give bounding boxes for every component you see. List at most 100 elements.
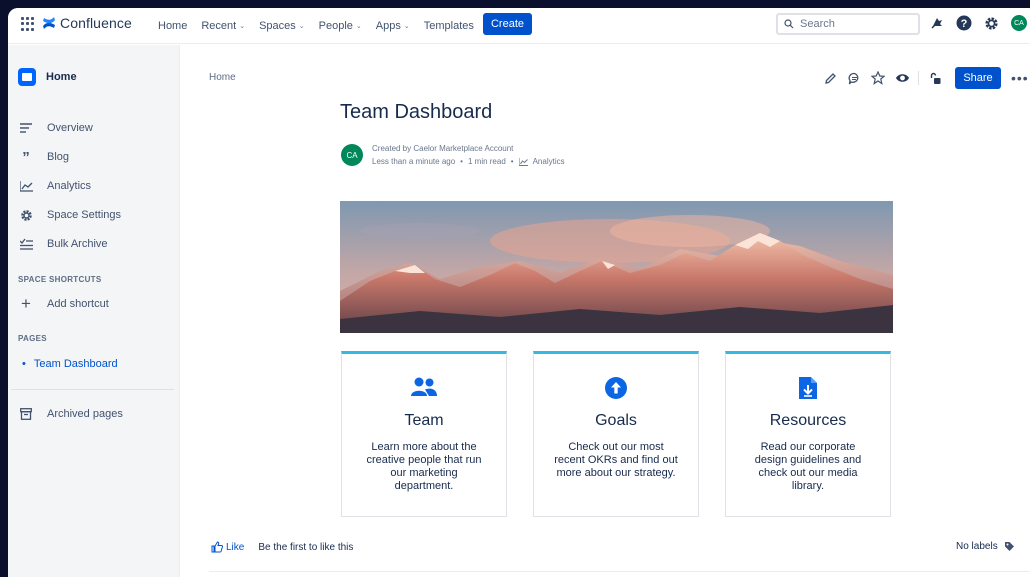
app-window: Confluence Home Recent ⌄ Spaces ⌄ People ⌄ … xyxy=(8,8,1030,577)
sidebar-item-blog[interactable]: ” Blog xyxy=(18,148,70,166)
nav-spaces[interactable]: Spaces ⌄ xyxy=(252,20,312,32)
app-switcher-icon[interactable] xyxy=(21,17,35,31)
user-avatar[interactable]: CA xyxy=(1011,15,1027,31)
star-icon[interactable] xyxy=(870,70,886,86)
add-shortcut-label: Add shortcut xyxy=(47,298,109,310)
more-actions-icon[interactable]: ••• xyxy=(1011,70,1029,86)
analytics-icon xyxy=(518,157,528,166)
download-document-icon xyxy=(726,376,890,400)
create-button[interactable]: Create xyxy=(483,13,532,35)
nav-apps[interactable]: Apps ⌄ xyxy=(369,20,417,32)
sidebar-item-label: Archived pages xyxy=(47,408,123,420)
page-tree-label: Team Dashboard xyxy=(33,358,118,370)
card-title: Resources xyxy=(769,412,847,429)
watch-eye-icon[interactable] xyxy=(894,70,910,86)
sidebar-item-label: Blog xyxy=(47,151,70,163)
chevron-down-icon: ⌄ xyxy=(298,23,305,30)
sidebar-item-analytics[interactable]: Analytics xyxy=(18,178,91,194)
like-button[interactable]: Like xyxy=(211,541,244,553)
sidebar-item-label: Overview xyxy=(47,122,93,134)
dashboard-cards: Team Learn more about the creative peopl… xyxy=(341,351,891,517)
nav-home-label: Home xyxy=(158,20,188,32)
nav-home[interactable]: Home xyxy=(151,20,194,32)
restrictions-lock-icon[interactable] xyxy=(927,70,943,86)
sidebar-item-label: Space Settings xyxy=(47,209,121,221)
sidebar-home-label: Home xyxy=(46,71,77,83)
chevron-down-icon: ⌄ xyxy=(355,23,362,30)
add-shortcut-button[interactable]: + Add shortcut xyxy=(18,294,109,313)
overview-icon xyxy=(18,120,34,136)
page-tree-item-team-dashboard[interactable]: • Team Dashboard xyxy=(22,358,118,370)
svg-text:?: ? xyxy=(961,18,968,30)
nav-recent-label: Recent xyxy=(201,20,237,32)
sidebar-item-home[interactable]: Home xyxy=(18,68,77,86)
page-actions-toolbar: Share ••• xyxy=(822,67,1029,89)
pages-heading: PAGES xyxy=(18,334,47,343)
analytics-icon xyxy=(18,178,34,194)
byline-text: Created by Caelor Marketplace Account Le… xyxy=(372,142,565,168)
separator-dot: • xyxy=(460,157,463,166)
card-team[interactable]: Team Learn more about the creative peopl… xyxy=(341,351,507,517)
chevron-down-icon: ⌄ xyxy=(403,23,410,30)
search-icon xyxy=(784,19,794,29)
like-label: Like xyxy=(226,541,245,553)
sidebar-item-label: Analytics xyxy=(47,180,92,192)
created-by: Created by Caelor Marketplace Account xyxy=(372,144,514,153)
nav-templates[interactable]: Templates xyxy=(417,20,481,32)
edit-pencil-icon[interactable] xyxy=(822,70,838,86)
sidebar-item-archived-pages[interactable]: Archived pages xyxy=(18,406,123,422)
page-title: Team Dashboard xyxy=(340,101,493,123)
share-button[interactable]: Share xyxy=(955,67,1001,89)
quote-icon: ” xyxy=(22,148,30,166)
labels-area[interactable]: No labels xyxy=(956,541,1015,552)
separator-dot: • xyxy=(510,157,514,166)
byline-meta: Less than a minute ago • 1 min read • An… xyxy=(372,155,565,168)
confluence-logo[interactable]: Confluence xyxy=(42,15,132,31)
top-navigation: Confluence Home Recent ⌄ Spaces ⌄ People ⌄ … xyxy=(8,8,1030,44)
card-title: Goals xyxy=(595,412,637,429)
nav-people[interactable]: People ⌄ xyxy=(312,20,369,32)
search-box[interactable] xyxy=(776,13,920,35)
sidebar-item-overview[interactable]: Overview xyxy=(18,120,93,136)
read-time: 1 min read xyxy=(467,157,506,166)
settings-icon[interactable] xyxy=(984,16,999,31)
card-description: Check out our most recent OKRs and find … xyxy=(554,441,678,479)
like-status-text: Be the first to like this xyxy=(258,541,354,553)
space-shortcuts-heading: SPACE SHORTCUTS xyxy=(18,275,102,284)
header-image-mountains xyxy=(340,201,893,333)
help-icon[interactable]: ? xyxy=(956,15,972,31)
space-home-icon xyxy=(18,68,36,86)
sidebar-divider xyxy=(11,389,174,390)
toolbar-separator xyxy=(918,71,919,85)
plus-icon: + xyxy=(21,294,31,313)
card-title: Team xyxy=(404,412,444,429)
analytics-link[interactable]: Analytics xyxy=(533,155,565,168)
nav-spaces-label: Spaces xyxy=(259,20,296,32)
user-avatar-initials: CA xyxy=(1014,19,1024,27)
nav-recent[interactable]: Recent ⌄ xyxy=(194,20,252,32)
confluence-logo-icon xyxy=(43,17,55,29)
card-goals[interactable]: Goals Check out our most recent OKRs and… xyxy=(533,351,699,517)
nav-templates-label: Templates xyxy=(423,20,474,32)
chevron-down-icon: ⌄ xyxy=(239,23,246,30)
card-description: Read our corporate design guidelines and… xyxy=(754,441,862,492)
card-description: Learn more about the creative people tha… xyxy=(366,441,482,492)
notifications-icon[interactable] xyxy=(930,16,944,30)
sidebar-item-label: Bulk Archive xyxy=(47,238,108,250)
footer-divider xyxy=(209,571,1030,572)
breadcrumb[interactable]: Home xyxy=(209,72,236,83)
sidebar-item-space-settings[interactable]: Space Settings xyxy=(18,207,121,223)
comment-icon[interactable] xyxy=(846,70,862,86)
search-input[interactable] xyxy=(800,18,910,30)
app-name: Confluence xyxy=(60,15,132,31)
sidebar-item-bulk-archive[interactable]: Bulk Archive xyxy=(18,236,108,252)
archive-box-icon xyxy=(18,406,34,422)
card-resources[interactable]: Resources Read our corporate design guid… xyxy=(725,351,891,517)
people-icon xyxy=(342,376,506,400)
main-nav: Home Recent ⌄ Spaces ⌄ People ⌄ Apps ⌄ Templ… xyxy=(151,8,481,44)
tag-icon[interactable] xyxy=(1004,541,1015,552)
author-avatar[interactable]: CA xyxy=(341,144,363,166)
nav-apps-label: Apps xyxy=(375,20,401,32)
space-sidebar: Home Overview ” Blog Analytics Space Set… xyxy=(8,45,180,577)
labels-text: No labels xyxy=(956,541,998,552)
